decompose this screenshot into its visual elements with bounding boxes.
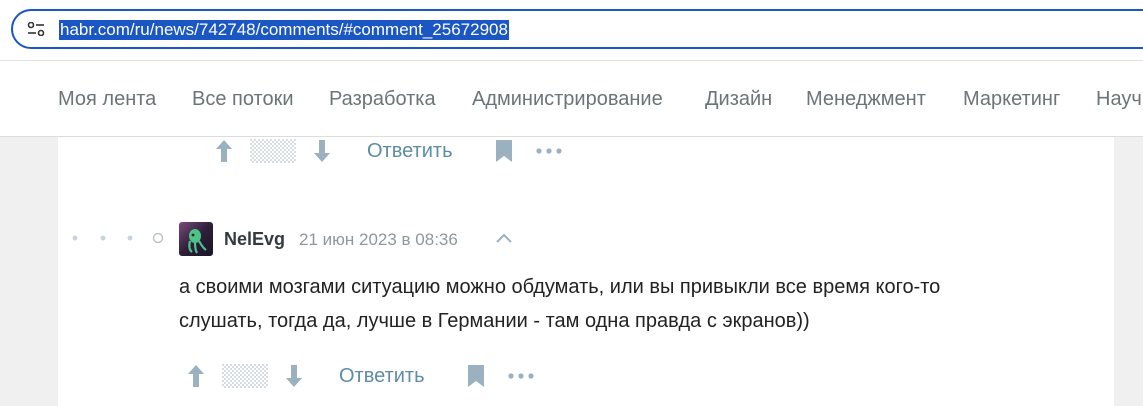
nav-item-all-streams[interactable]: Все потоки xyxy=(192,87,294,111)
nav-item-marketing[interactable]: Маркетинг xyxy=(963,87,1060,111)
arrow-up-icon[interactable] xyxy=(186,363,206,389)
comment-author[interactable]: NelEvg xyxy=(224,228,285,250)
chevron-up-icon[interactable] xyxy=(494,231,514,245)
more-icon[interactable] xyxy=(508,373,534,379)
comment-text-line: а своими мозгами ситуацию можно обдумать… xyxy=(179,276,941,298)
avatar[interactable] xyxy=(179,222,213,256)
arrow-down-icon[interactable] xyxy=(312,138,332,164)
thread-level-dots xyxy=(72,232,164,244)
nav-item-design[interactable]: Дизайн xyxy=(705,87,772,111)
bookmark-icon[interactable] xyxy=(495,139,513,163)
address-bar[interactable]: habr.com/ru/news/742748/comments/#commen… xyxy=(11,9,1143,49)
bookmark-icon[interactable] xyxy=(467,364,485,388)
arrow-up-icon[interactable] xyxy=(214,138,234,164)
more-icon[interactable] xyxy=(536,148,562,154)
url-text[interactable]: habr.com/ru/news/742748/comments/#commen… xyxy=(59,20,509,40)
comment-date[interactable]: 21 июн 2023 в 08:36 xyxy=(299,229,458,250)
nav-item-my-feed[interactable]: Моя лента xyxy=(58,87,156,111)
tune-icon[interactable] xyxy=(27,22,45,36)
rating-hidden-icon xyxy=(250,139,296,163)
nav-item-development[interactable]: Разработка xyxy=(329,87,436,111)
reply-button[interactable]: Ответить xyxy=(367,139,453,163)
reply-button[interactable]: Ответить xyxy=(339,364,425,388)
nav-bar: Моя лента Все потоки Разработка Админист… xyxy=(0,60,1143,137)
comment-text-line: слушать, тогда да, лучше в Германии - та… xyxy=(179,310,810,332)
comment-text: а своими мозгами ситуацию можно обдумать… xyxy=(179,270,1099,338)
browser-toolbar: habr.com/ru/news/742748/comments/#commen… xyxy=(0,0,1143,60)
arrow-down-icon[interactable] xyxy=(284,363,304,389)
nav-item-administration[interactable]: Администрирование xyxy=(472,87,663,111)
nav-item-management[interactable]: Менеджмент xyxy=(806,87,926,111)
rating-hidden-icon xyxy=(222,364,268,388)
nav-item-science[interactable]: Науч xyxy=(1096,87,1142,111)
